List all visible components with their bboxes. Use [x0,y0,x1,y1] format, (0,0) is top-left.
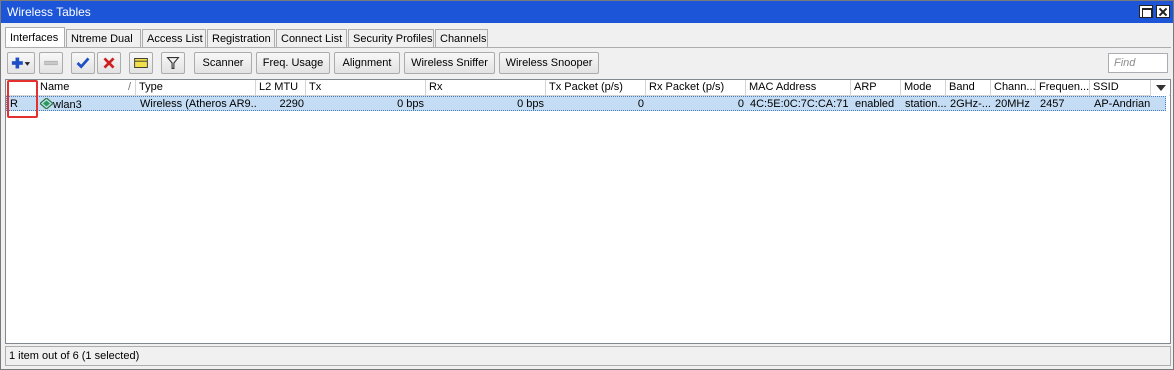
wireless-tables-window: Wireless Tables Interfaces Ntreme Dual A… [0,0,1174,370]
cell-name: wlan3 [38,98,137,112]
freq-usage-button[interactable]: Freq. Usage [256,52,330,74]
wireless-snooper-button[interactable]: Wireless Snooper [499,52,599,74]
col-l2mtu[interactable]: L2 MTU [256,80,306,96]
table-row[interactable]: R wlan3 Wireless (Atheros AR9... 2290 0 … [6,96,1166,111]
col-arp[interactable]: ARP [851,80,901,96]
remove-icon [44,60,58,66]
remove-button[interactable] [39,52,63,74]
enable-button[interactable] [71,52,95,74]
disable-button[interactable] [97,52,121,74]
col-mac-address[interactable]: MAC Address [746,80,851,96]
col-name-label: Name [40,81,70,93]
tab-connect-list[interactable]: Connect List [276,29,347,48]
close-icon[interactable] [1156,5,1170,18]
col-name[interactable]: Name / [37,80,136,96]
cell-tx: 0 bps [397,98,424,110]
filter-icon [166,57,180,69]
col-type[interactable]: Type [136,80,256,96]
toolbar: Scanner Freq. Usage Alignment Wireless S… [7,52,1169,76]
comment-button[interactable] [129,52,153,74]
column-menu-icon[interactable] [1151,80,1169,96]
wireless-sniffer-button[interactable]: Wireless Sniffer [404,52,495,74]
tab-channels[interactable]: Channels [435,29,488,48]
col-channel[interactable]: Chann... [991,80,1036,96]
interfaces-table: Name / Type L2 MTU Tx Rx Tx Packet (p/s)… [5,79,1171,344]
red-highlight-box [7,80,38,118]
scanner-button[interactable]: Scanner [194,52,252,74]
col-tx[interactable]: Tx [306,80,426,96]
col-frequency[interactable]: Frequen... [1036,80,1090,96]
cell-channel: 20MHz [995,98,1030,110]
tab-registration[interactable]: Registration [207,29,275,48]
window-title: Wireless Tables [7,5,91,19]
tab-access-list[interactable]: Access List [142,29,206,48]
alignment-button[interactable]: Alignment [334,52,400,74]
cell-rx: 0 bps [517,98,544,110]
cell-tx-packet: 0 [637,98,644,110]
table-header: Name / Type L2 MTU Tx Rx Tx Packet (p/s)… [6,80,1170,96]
status-text: 1 item out of 6 (1 selected) [9,350,140,362]
cell-arp: enabled [855,98,895,110]
col-tx-packet[interactable]: Tx Packet (p/s) [546,80,646,96]
cell-mode: station... [905,98,947,110]
cell-l2mtu: 2290 [279,98,304,110]
wireless-interface-icon [39,98,54,110]
cell-frequency: 2457 [1040,98,1065,110]
filter-button[interactable] [161,52,185,74]
col-rx[interactable]: Rx [426,80,546,96]
restore-icon[interactable] [1139,5,1153,18]
tab-security-profiles[interactable]: Security Profiles [348,29,434,48]
sort-indicator: / [127,81,131,93]
add-button[interactable] [7,52,35,74]
disable-x-icon [103,57,115,69]
title-bar[interactable]: Wireless Tables [1,1,1173,23]
find-input[interactable]: Find [1108,53,1168,73]
tab-interfaces[interactable]: Interfaces [5,27,65,48]
status-bar: 1 item out of 6 (1 selected) [5,346,1171,366]
cell-mac-address: 4C:5E:0C:7C:CA:71 [750,98,849,110]
col-ssid[interactable]: SSID [1090,80,1151,96]
tab-divider [5,47,1171,48]
add-icon [11,57,31,69]
interface-name: wlan3 [53,99,82,111]
col-band[interactable]: Band [946,80,991,96]
col-mode[interactable]: Mode [901,80,946,96]
tab-ntreme-dual[interactable]: Ntreme Dual [66,29,141,48]
cell-type: Wireless (Atheros AR9... [140,98,257,110]
cell-band: 2GHz-... [950,98,991,110]
cell-rx-packet: 0 [737,98,744,110]
enable-check-icon [76,57,90,69]
comment-icon [134,58,148,68]
col-rx-packet[interactable]: Rx Packet (p/s) [646,80,746,96]
cell-ssid: AP-Andrian [1094,98,1151,110]
